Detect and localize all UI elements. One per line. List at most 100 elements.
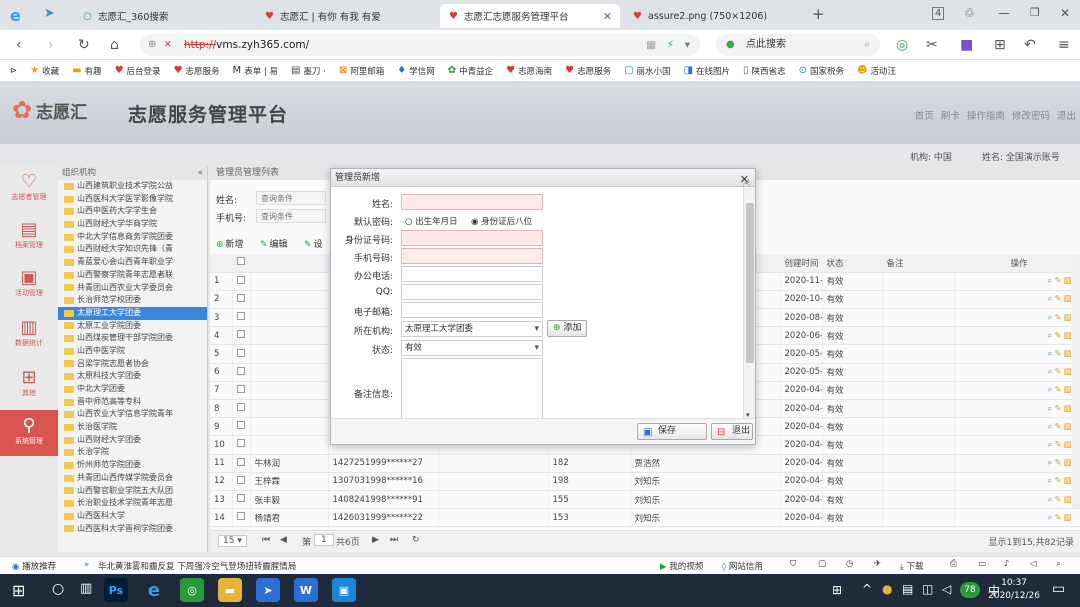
app-logo[interactable]: ✿ 志愿汇 bbox=[12, 96, 87, 124]
detail-icon[interactable]: ▧ bbox=[1063, 367, 1071, 377]
new-tab-button[interactable]: + bbox=[812, 5, 825, 23]
bookmark-item[interactable]: ★ 收藏 bbox=[30, 65, 59, 77]
nav-statistics[interactable]: ▥ 数据统计 bbox=[0, 312, 58, 356]
card-link[interactable]: 刷卡 bbox=[941, 111, 960, 122]
tree-node[interactable]: 忻州师范学院团委 bbox=[58, 459, 207, 472]
row-checkbox[interactable] bbox=[232, 399, 251, 419]
bookmark-item[interactable]: ♥ 志愿服务 bbox=[565, 65, 611, 77]
rocket-icon[interactable]: ✈ bbox=[874, 559, 881, 569]
tree-node[interactable]: 山西建筑职业技术学院公益 bbox=[58, 180, 207, 193]
idcard-field[interactable] bbox=[401, 230, 543, 246]
detail-icon[interactable]: ▧ bbox=[1063, 476, 1071, 486]
forward-icon[interactable]: › bbox=[48, 37, 54, 53]
back-icon[interactable]: ‹ bbox=[16, 37, 22, 53]
view-icon[interactable]: ⌕ bbox=[1048, 458, 1053, 468]
row-actions[interactable]: ⌕ ✎ ▧ bbox=[954, 363, 1080, 382]
select-all-checkbox[interactable] bbox=[236, 257, 245, 266]
row-actions[interactable]: ⌕ ✎ ▧ bbox=[954, 435, 1080, 455]
detail-icon[interactable]: ▧ bbox=[1063, 495, 1071, 505]
row-checkbox[interactable] bbox=[232, 272, 251, 291]
add-org-button[interactable]: ⊕ 添加 bbox=[547, 320, 588, 337]
table-row[interactable]: 12 王梓霖1307031998******16 198刘知乐2020-04-16 … bbox=[210, 472, 1080, 491]
ie-icon[interactable]: e bbox=[142, 578, 166, 602]
extension-icon[interactable]: ◎ bbox=[896, 37, 908, 53]
nav-archive[interactable]: ▤ 档案管理 bbox=[0, 214, 58, 258]
tree-node[interactable]: 山西医科大学 bbox=[58, 510, 207, 523]
row-actions[interactable]: ⌕ ✎ ▧ bbox=[954, 472, 1080, 491]
detail-icon[interactable]: ▧ bbox=[1063, 385, 1071, 395]
bookmark-item[interactable]: ⊠ 阿里邮箱 bbox=[339, 65, 384, 77]
edit-icon[interactable]: ✎ bbox=[1054, 331, 1061, 341]
bookmark-item[interactable]: M 表单 | 易 bbox=[233, 65, 278, 77]
tree-node[interactable]: 山西中医学院 bbox=[58, 345, 207, 358]
bookmark-item[interactable]: ♥ 后台登录 bbox=[115, 65, 161, 77]
menu-icon[interactable]: ≡ bbox=[1058, 37, 1070, 53]
edit-icon[interactable]: ✎ bbox=[1054, 385, 1061, 395]
my-video-link[interactable]: ▶ 我的视频 bbox=[660, 560, 703, 572]
news-ticker[interactable]: 华北黄淮雾和霾反复 下周强冷空气登场扭转霾腥情局 bbox=[98, 560, 296, 572]
home-link[interactable]: 首页 bbox=[915, 111, 934, 122]
row-checkbox[interactable] bbox=[232, 381, 251, 401]
site-credit-link[interactable]: ◊ 网站信用 bbox=[722, 560, 763, 572]
settings-button[interactable]: ✎ 设 bbox=[304, 237, 323, 250]
col-status[interactable]: 状态 bbox=[822, 254, 883, 273]
view-icon[interactable]: ⌕ bbox=[1048, 513, 1053, 523]
tree-node[interactable]: 山西财经大学华商学院 bbox=[58, 218, 207, 231]
detail-icon[interactable]: ▧ bbox=[1063, 404, 1071, 414]
task-view-icon[interactable]: ▥ bbox=[80, 581, 92, 596]
undo-icon[interactable]: ↶ bbox=[1024, 37, 1036, 53]
last-page-icon[interactable]: ⏭ bbox=[390, 535, 398, 545]
scroll-thumb[interactable] bbox=[746, 203, 754, 363]
nav-volunteer[interactable]: ♡ 志愿者管理 bbox=[0, 166, 58, 210]
exit-button[interactable]: ⊟ 退出 bbox=[711, 423, 753, 440]
refresh-icon[interactable]: ↻ bbox=[412, 535, 420, 545]
row-actions[interactable]: ⌕ ✎ ▧ bbox=[954, 326, 1080, 346]
name-field[interactable] bbox=[401, 194, 543, 210]
tray-icon[interactable]: ▤ bbox=[902, 582, 913, 596]
view-icon[interactable]: ⌕ bbox=[1048, 294, 1053, 304]
nav-other[interactable]: ⊞ 其他 bbox=[0, 362, 58, 406]
tab-count-icon[interactable]: 4 bbox=[932, 7, 945, 20]
nav-activity[interactable]: ▣ 活动管理 bbox=[0, 262, 58, 306]
shirt-icon[interactable]: ♲ bbox=[964, 6, 975, 20]
bookmark-item[interactable]: ⊙ 国家税务 bbox=[799, 65, 844, 77]
row-checkbox[interactable] bbox=[232, 417, 251, 437]
row-actions[interactable]: ⌕ ✎ ▧ bbox=[954, 490, 1080, 510]
browser-logo-icon[interactable]: e bbox=[10, 6, 21, 25]
save-button[interactable]: ▣ 保存 bbox=[637, 423, 707, 440]
row-checkbox[interactable] bbox=[232, 472, 251, 491]
edit-icon[interactable]: ✎ bbox=[1054, 313, 1061, 323]
zoom-icon[interactable]: ⌕ bbox=[1056, 559, 1061, 569]
row-checkbox[interactable] bbox=[232, 490, 251, 510]
bookmark-item[interactable]: ▢ 丽水小国 bbox=[624, 65, 670, 77]
screenshot-icon[interactable]: ▢ bbox=[818, 559, 826, 569]
page-input[interactable]: 1 bbox=[314, 534, 334, 546]
dropdown-icon[interactable]: ▾ bbox=[685, 34, 690, 56]
page-size-select[interactable]: 15 ▾ bbox=[218, 535, 247, 547]
pwd-option-birthday[interactable]: ○ 出生年月日 bbox=[405, 215, 458, 227]
edit-icon[interactable]: ✎ bbox=[1054, 276, 1061, 286]
tree-node[interactable]: 太原工业学院团委 bbox=[58, 320, 207, 333]
table-row[interactable]: 13 张丰毅1408241998******91 155刘知乐2020-04-16 … bbox=[210, 490, 1080, 510]
tab-zyh-home[interactable]: ♥ 志愿汇 | 有你 有我 有爱 bbox=[256, 4, 436, 28]
checkbox[interactable] bbox=[236, 275, 245, 284]
detail-icon[interactable]: ▧ bbox=[1063, 313, 1071, 323]
tree-node[interactable]: 山西警察学院青年志愿者联 bbox=[58, 269, 207, 282]
row-checkbox[interactable] bbox=[232, 363, 251, 382]
folder-icon[interactable]: ▬ bbox=[218, 578, 242, 602]
view-icon[interactable]: ⌕ bbox=[1048, 476, 1053, 486]
view-icon[interactable]: ⌕ bbox=[1048, 404, 1053, 414]
view-icon[interactable]: ⌕ bbox=[1048, 422, 1053, 432]
bookmark-item[interactable]: ▤ 墨刀 · bbox=[291, 65, 326, 77]
detail-icon[interactable]: ▧ bbox=[1063, 513, 1071, 523]
tree-node[interactable]: 山西财经大学知识先锋（青 bbox=[58, 243, 207, 256]
tree-node[interactable]: 中北大学团委 bbox=[58, 383, 207, 396]
checkbox[interactable] bbox=[236, 293, 245, 302]
collapse-icon[interactable]: « bbox=[198, 166, 203, 180]
tree-node[interactable]: 长治学院 bbox=[58, 446, 207, 459]
edit-icon[interactable]: ✎ bbox=[1054, 294, 1061, 304]
bookmark-item[interactable]: ☻ 活动汪 bbox=[857, 65, 896, 77]
view-icon[interactable]: ⌕ bbox=[1048, 367, 1053, 377]
tree-node[interactable]: 山西警官职业学院五大队团 bbox=[58, 485, 207, 498]
tree-node[interactable]: 晋中师范高等专科 bbox=[58, 396, 207, 409]
